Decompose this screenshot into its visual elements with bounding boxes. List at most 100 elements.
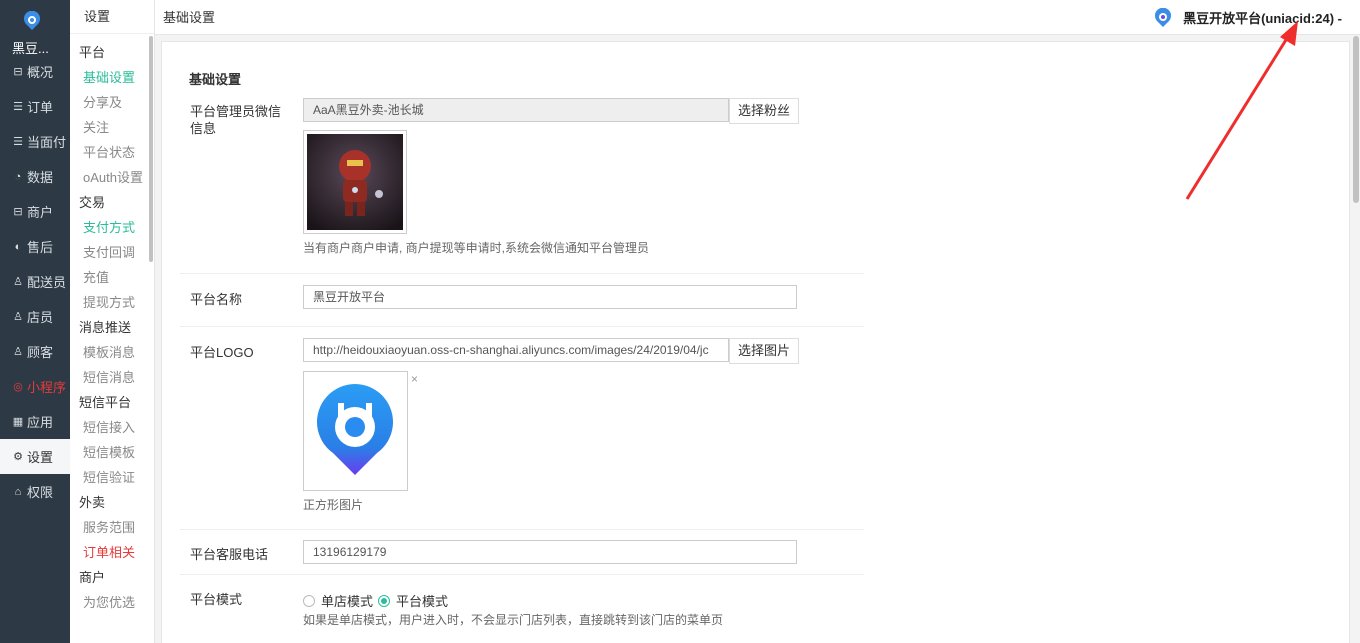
- nav-item-label: 售后: [27, 240, 54, 255]
- store-icon: ⊟: [13, 206, 23, 218]
- lock-icon: ⌂: [14, 485, 22, 498]
- nav-item-miniapp[interactable]: ◎ 小程序: [0, 369, 70, 404]
- nav-item-settings[interactable]: ⚙ 设置: [0, 439, 70, 474]
- data-icon: ◔: [14, 170, 22, 183]
- form-row-mode: 平台模式 单店模式 平台模式 如果是单店模式，用户进入时，不会显示门店列表，直接…: [180, 575, 864, 643]
- main-nav: ⊟ 概况 ☰ 订单 ☰ 当面付 ◔ 数据 ⊟ 商户 ◐ 售后 ♙ 配送员 ♙ 店员 ♙ 顾客 ◎ 小…: [0, 54, 70, 509]
- nav-item-aftersale[interactable]: ◐ 售后: [0, 229, 70, 264]
- phone-label: 平台客服电话: [190, 547, 269, 562]
- menu-group-push: 消息推送: [79, 320, 132, 335]
- clerk-icon: ♙: [13, 311, 23, 323]
- menu-group-platform: 平台: [79, 45, 106, 60]
- menu-item-share-follow[interactable]: 分享及关注: [70, 90, 132, 140]
- logo-label: 平台LOGO: [190, 345, 254, 360]
- menu-item-recommend[interactable]: 为您优选: [70, 590, 150, 615]
- gear-icon: ⚙: [13, 451, 23, 463]
- radio-checked-icon: [378, 594, 390, 607]
- aftersale-icon: ◐: [14, 240, 22, 253]
- nav-item-label: 概况: [27, 65, 54, 80]
- menu-group-merchant: 商户: [79, 570, 106, 585]
- bean-logo-icon[interactable]: [22, 11, 42, 31]
- nav-item-apps[interactable]: ▦ 应用: [0, 404, 70, 439]
- logo-url-input[interactable]: http://heidouxiaoyuan.oss-cn-shanghai.al…: [303, 338, 729, 362]
- apps-icon: ▦: [12, 416, 24, 428]
- name-label: 平台名称: [190, 292, 243, 307]
- admin-avatar[interactable]: [303, 130, 407, 234]
- settings-sidebar-title: 设置: [70, 0, 154, 34]
- nav-item-label: 店员: [27, 310, 54, 325]
- form-row-phone: 平台客服电话 13196129179: [180, 530, 864, 575]
- menu-item-payment-callback[interactable]: 支付回调: [70, 240, 150, 265]
- nav-item-orders[interactable]: ☰ 订单: [0, 89, 70, 124]
- nav-item-merchants[interactable]: ⊟ 商户: [0, 194, 70, 229]
- nav-item-couriers[interactable]: ♙ 配送员: [0, 264, 70, 299]
- menu-group-trade: 交易: [79, 195, 106, 210]
- miniapp-icon: ◎: [13, 381, 23, 393]
- nav-item-facepay[interactable]: ☰ 当面付: [0, 124, 70, 159]
- nav-item-label: 顾客: [27, 345, 54, 360]
- menu-item-platform-status[interactable]: 平台状态: [70, 140, 150, 165]
- menu-item-sms-verify[interactable]: 短信验证: [70, 465, 150, 490]
- settings-menu: 平台 基础设置 分享及关注 平台状态 oAuth设置 交易 支付方式 支付回调 …: [70, 40, 150, 615]
- form-row-logo: 平台LOGO http://heidouxiaoyuan.oss-cn-shan…: [180, 327, 864, 530]
- menu-item-service-area[interactable]: 服务范围: [70, 515, 150, 540]
- nav-item-permissions[interactable]: ⌂ 权限: [0, 474, 70, 509]
- form-row-name: 平台名称 黑豆开放平台: [180, 274, 864, 327]
- account-menu[interactable]: 黑豆开放平台(uniacid:24) -: [1153, 0, 1342, 35]
- menu-item-oauth[interactable]: oAuth设置: [70, 165, 150, 190]
- form-row-admin: 平台管理员微信信息 AaA黑豆外卖-池长城 选择粉丝 当有商户商户申请, 商户提…: [180, 96, 864, 274]
- nav-item-clerks[interactable]: ♙ 店员: [0, 299, 70, 334]
- logo-preview[interactable]: [303, 371, 408, 491]
- customer-icon: ♙: [13, 346, 23, 358]
- select-image-button[interactable]: 选择图片: [729, 338, 800, 364]
- platform-name-input[interactable]: 黑豆开放平台: [303, 285, 797, 309]
- admin-label: 平台管理员微信信息: [190, 104, 282, 136]
- service-phone-input[interactable]: 13196129179: [303, 540, 797, 564]
- main-scrollbar[interactable]: [1353, 36, 1359, 203]
- menu-item-withdraw[interactable]: 提现方式: [70, 290, 150, 315]
- menu-item-sms-template[interactable]: 短信模板: [70, 440, 150, 465]
- main-sidebar: 黑豆... ⊟ 概况 ☰ 订单 ☰ 当面付 ◔ 数据 ⊟ 商户 ◐ 售后 ♙ 配送员 ♙ 店员 …: [0, 0, 70, 643]
- nav-item-customers[interactable]: ♙ 顾客: [0, 334, 70, 369]
- section-title: 基础设置: [189, 72, 242, 87]
- mode-radio-single[interactable]: 单店模式: [303, 591, 373, 610]
- admin-avatar-image: [307, 134, 403, 230]
- nav-item-label: 数据: [27, 170, 54, 185]
- menu-group-sms: 短信平台: [79, 395, 132, 410]
- menu-item-payment-methods[interactable]: 支付方式: [70, 215, 150, 240]
- menu-item-template-msg[interactable]: 模板消息: [70, 340, 150, 365]
- nav-item-label: 配送员: [27, 275, 67, 290]
- mode-option-platform: 平台模式: [396, 594, 449, 609]
- nav-item-label: 设置: [27, 450, 54, 465]
- nav-item-data[interactable]: ◔ 数据: [0, 159, 70, 194]
- nav-item-label: 商户: [27, 205, 54, 220]
- logo-preview-image: [317, 384, 393, 475]
- pay-icon: ☰: [13, 136, 23, 148]
- remove-logo-icon[interactable]: ×: [411, 372, 418, 386]
- order-icon: ☰: [13, 101, 23, 113]
- account-name: 黑豆开放平台(uniacid:24) -: [1183, 11, 1342, 26]
- nav-item-label: 当面付: [27, 135, 67, 150]
- admin-wechat-field[interactable]: AaA黑豆外卖-池长城: [303, 98, 729, 122]
- menu-item-order-related[interactable]: 订单相关: [70, 540, 150, 565]
- nav-item-label: 权限: [27, 485, 54, 500]
- select-fans-button[interactable]: 选择粉丝: [729, 98, 800, 124]
- menu-group-takeout: 外卖: [79, 495, 106, 510]
- mode-help-text: 如果是单店模式，用户进入时，不会显示门店列表，直接跳转到该门店的菜单页: [303, 613, 724, 627]
- menu-item-recharge[interactable]: 充值: [70, 265, 150, 290]
- menu-item-sms-access[interactable]: 短信接入: [70, 415, 150, 440]
- nav-item-label: 订单: [27, 100, 54, 115]
- page-title: 基础设置: [163, 10, 216, 25]
- overview-icon: ⊟: [13, 66, 23, 78]
- menu-item-basic-settings[interactable]: 基础设置: [70, 65, 150, 90]
- menu-item-sms-msg[interactable]: 短信消息: [70, 365, 150, 390]
- nav-item-overview[interactable]: ⊟ 概况: [0, 54, 70, 89]
- top-header: 基础设置 黑豆开放平台(uniacid:24) -: [155, 0, 1360, 35]
- settings-sidebar: 设置 平台 基础设置 分享及关注 平台状态 oAuth设置 交易 支付方式 支付…: [70, 0, 155, 643]
- mode-radio-platform[interactable]: 平台模式: [378, 591, 448, 610]
- radio-unchecked-icon: [303, 594, 315, 607]
- nav-item-label: 应用: [27, 415, 54, 430]
- mode-label: 平台模式: [190, 592, 243, 607]
- mode-option-single: 单店模式: [321, 594, 374, 609]
- courier-icon: ♙: [13, 276, 23, 288]
